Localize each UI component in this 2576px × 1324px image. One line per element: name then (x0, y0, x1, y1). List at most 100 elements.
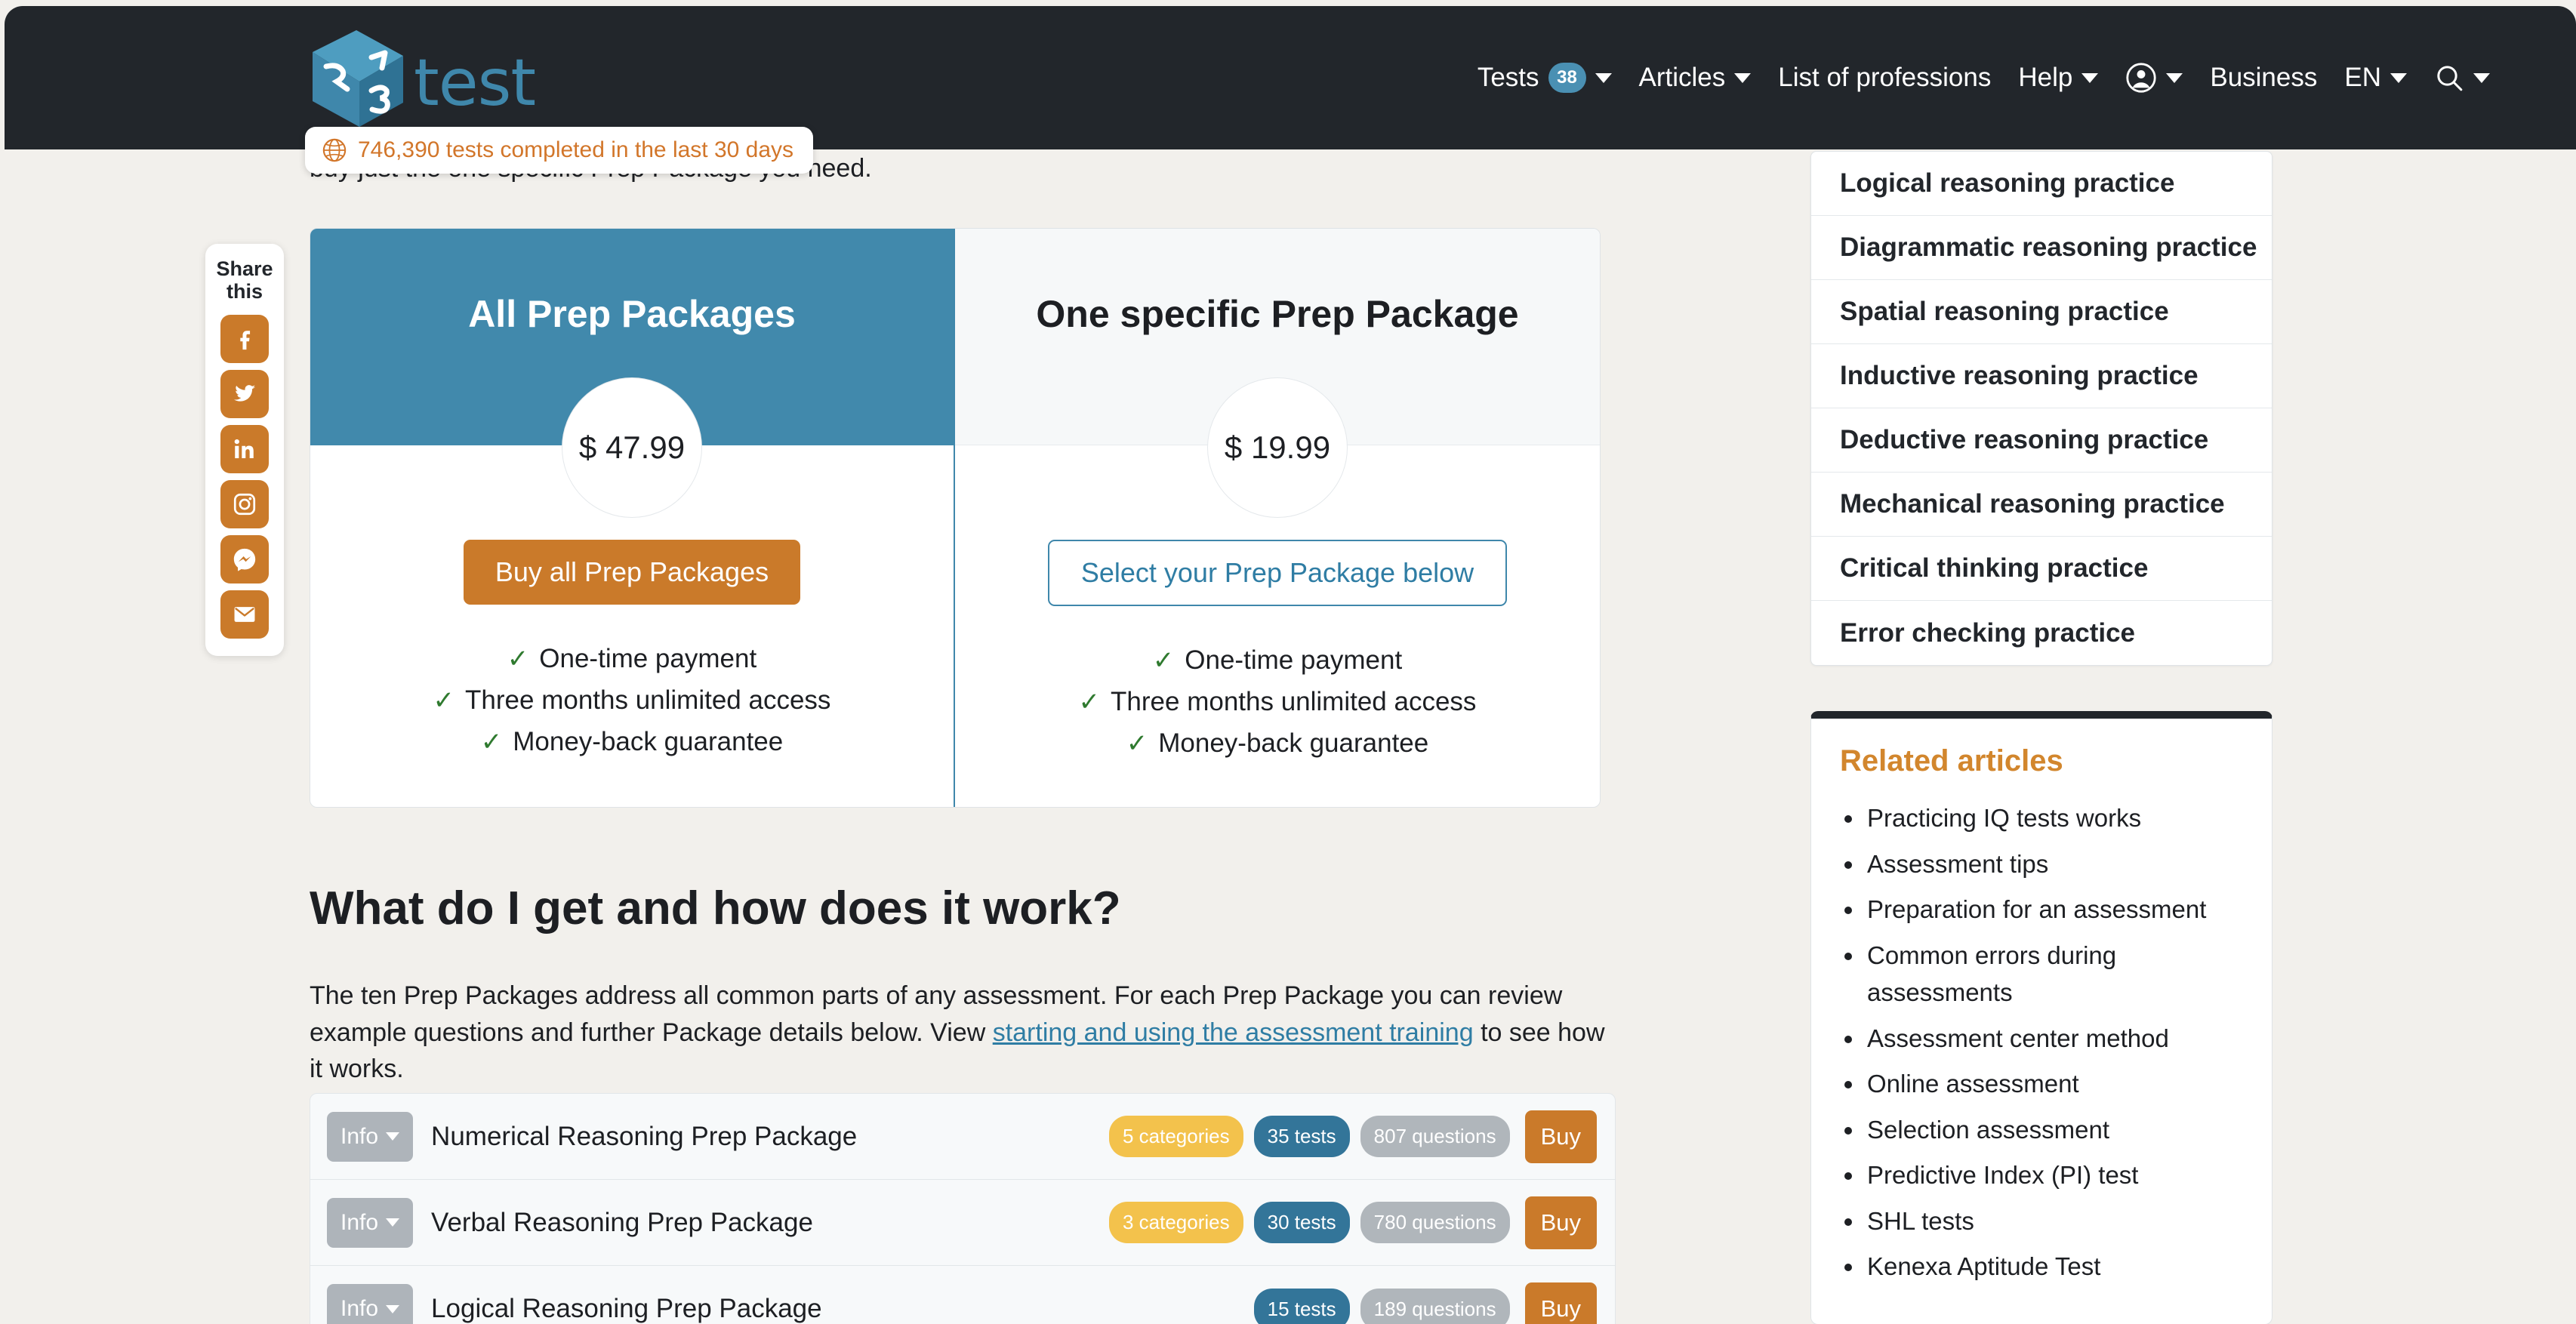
share-title-line1: Share (216, 257, 273, 280)
list-item[interactable]: Predictive Index (PI) test (1840, 1156, 2243, 1194)
share-email-button[interactable] (220, 590, 269, 639)
sidebar-item-deductive-reasoning[interactable]: Deductive reasoning practice (1811, 408, 2272, 473)
pricing-card-all-price: $ 47.99 (562, 377, 702, 518)
package-name: Verbal Reasoning Prep Package (431, 1207, 813, 1237)
site-logo[interactable]: test (310, 27, 536, 130)
info-toggle-button[interactable]: Info (327, 1284, 414, 1324)
nav-help-label: Help (2018, 63, 2073, 92)
nav-business[interactable]: Business (2196, 52, 2331, 103)
questions-badge: 189 questions (1360, 1288, 1510, 1324)
feature-item: ✓ Money-back guarantee (481, 727, 784, 757)
nav-search[interactable] (2420, 52, 2504, 103)
nav-tests[interactable]: Tests 38 (1464, 52, 1625, 103)
share-rail: Share this (205, 244, 284, 657)
related-articles-list: Practicing IQ tests works Assessment tip… (1840, 799, 2243, 1286)
list-item[interactable]: SHL tests (1840, 1202, 2243, 1240)
buy-button[interactable]: Buy (1524, 1110, 1597, 1163)
list-item[interactable]: Kenexa Aptitude Test (1840, 1248, 2243, 1286)
list-item[interactable]: Preparation for an assessment (1840, 891, 2243, 928)
pricing-card-one-title: One specific Prep Package (1036, 292, 1519, 335)
share-facebook-button[interactable] (220, 315, 269, 364)
questions-badge: 780 questions (1360, 1202, 1510, 1243)
email-icon (234, 607, 255, 623)
nav-help[interactable]: Help (2004, 52, 2112, 103)
share-rail-title: Share this (216, 257, 273, 303)
sidebar-item-critical-thinking[interactable]: Critical thinking practice (1811, 537, 2272, 601)
info-toggle-label: Info (340, 1209, 379, 1235)
package-name: Numerical Reasoning Prep Package (431, 1121, 858, 1151)
list-item[interactable]: Practicing IQ tests works (1840, 799, 2243, 837)
feature-item: ✓ Three months unlimited access (1079, 687, 1477, 717)
logo-wordmark: test (414, 45, 536, 121)
package-tags: 15 tests 189 questions (1253, 1288, 1510, 1324)
list-item[interactable]: Assessment center method (1840, 1020, 2243, 1058)
nav-account[interactable] (2112, 51, 2196, 104)
pricing-card-all-title: All Prep Packages (468, 293, 796, 335)
sidebar-item-diagrammatic-reasoning[interactable]: Diagrammatic reasoning practice (1811, 216, 2272, 280)
questions-badge: 807 questions (1360, 1116, 1510, 1157)
cube-logo-icon (313, 30, 403, 127)
tests-badge: 30 tests (1253, 1202, 1350, 1243)
nav-business-label: Business (2210, 63, 2318, 92)
practice-links-panel: Logical reasoning practice Diagrammatic … (1810, 151, 2272, 666)
share-linkedin-button[interactable] (220, 425, 269, 474)
check-icon: ✓ (1152, 646, 1175, 675)
package-tags: 5 categories 35 tests 807 questions (1108, 1116, 1510, 1157)
categories-badge: 5 categories (1108, 1116, 1243, 1157)
chevron-down-icon (386, 1218, 400, 1227)
buy-button[interactable]: Buy (1524, 1282, 1597, 1324)
sidebar-item-error-checking[interactable]: Error checking practice (1811, 601, 2272, 665)
nav-articles[interactable]: Articles (1625, 52, 1765, 103)
list-item[interactable]: Common errors during assessments (1840, 937, 2243, 1011)
nav-tests-label: Tests (1477, 63, 1539, 92)
instagram-icon (233, 494, 256, 516)
list-item[interactable]: Selection assessment (1840, 1111, 2243, 1149)
pricing-comparison: All Prep Packages $ 47.99 Buy all Prep P… (310, 228, 1601, 808)
messenger-icon (233, 549, 256, 572)
chevron-down-icon (2473, 72, 2490, 83)
categories-badge: 3 categories (1108, 1202, 1243, 1243)
pricing-card-one-price: $ 19.99 (1207, 377, 1348, 518)
sidebar-item-mechanical-reasoning[interactable]: Mechanical reasoning practice (1811, 473, 2272, 537)
share-twitter-button[interactable] (220, 370, 269, 419)
share-instagram-button[interactable] (220, 480, 269, 529)
sidebar-item-inductive-reasoning[interactable]: Inductive reasoning practice (1811, 344, 2272, 408)
nav-articles-label: Articles (1638, 63, 1726, 92)
info-toggle-label: Info (340, 1123, 379, 1149)
related-articles-panel: Related articles Practicing IQ tests wor… (1810, 711, 2272, 1324)
twitter-icon (233, 385, 256, 402)
sidebar-item-spatial-reasoning[interactable]: Spatial reasoning practice (1811, 280, 2272, 344)
share-messenger-button[interactable] (220, 535, 269, 584)
primary-nav: Tests 38 Articles List of professions He… (1464, 6, 2576, 149)
assessment-training-link[interactable]: starting and using the assessment traini… (993, 1018, 1474, 1047)
list-item[interactable]: Assessment tips (1840, 845, 2243, 883)
chevron-down-icon (386, 1304, 400, 1313)
select-prep-package-button[interactable]: Select your Prep Package below (1047, 540, 1508, 606)
related-articles-title: Related articles (1840, 744, 2063, 777)
feature-item: ✓ Three months unlimited access (433, 685, 831, 716)
sidebar-item-logical-reasoning[interactable]: Logical reasoning practice (1811, 152, 2272, 216)
chevron-down-icon (2081, 72, 2099, 83)
list-item[interactable]: Online assessment (1840, 1065, 2243, 1103)
prep-package-table: Info Numerical Reasoning Prep Package 5 … (310, 1093, 1616, 1324)
search-icon (2437, 66, 2463, 91)
table-row: Info Verbal Reasoning Prep Package 3 cat… (310, 1180, 1615, 1266)
feature-label: Three months unlimited access (465, 685, 831, 715)
package-tags: 3 categories 30 tests 780 questions (1108, 1202, 1510, 1243)
feature-item: ✓ One-time payment (507, 644, 756, 674)
feature-label: Money-back guarantee (513, 727, 784, 756)
nav-language-label: EN (2344, 63, 2381, 92)
nav-language[interactable]: EN (2331, 52, 2420, 103)
buy-all-prep-packages-button[interactable]: Buy all Prep Packages (463, 540, 801, 605)
info-toggle-button[interactable]: Info (327, 1111, 414, 1162)
chevron-down-icon (2390, 72, 2407, 83)
check-icon: ✓ (1126, 729, 1148, 758)
info-toggle-button[interactable]: Info (327, 1197, 414, 1248)
check-icon: ✓ (1078, 688, 1101, 716)
feature-label: Money-back guarantee (1158, 728, 1429, 758)
check-icon: ✓ (507, 645, 529, 673)
table-row: Info Logical Reasoning Prep Package 15 t… (310, 1266, 1615, 1324)
nav-list-of-professions[interactable]: List of professions (1764, 52, 2004, 103)
chevron-down-icon (1595, 72, 1612, 83)
buy-button[interactable]: Buy (1524, 1196, 1597, 1249)
